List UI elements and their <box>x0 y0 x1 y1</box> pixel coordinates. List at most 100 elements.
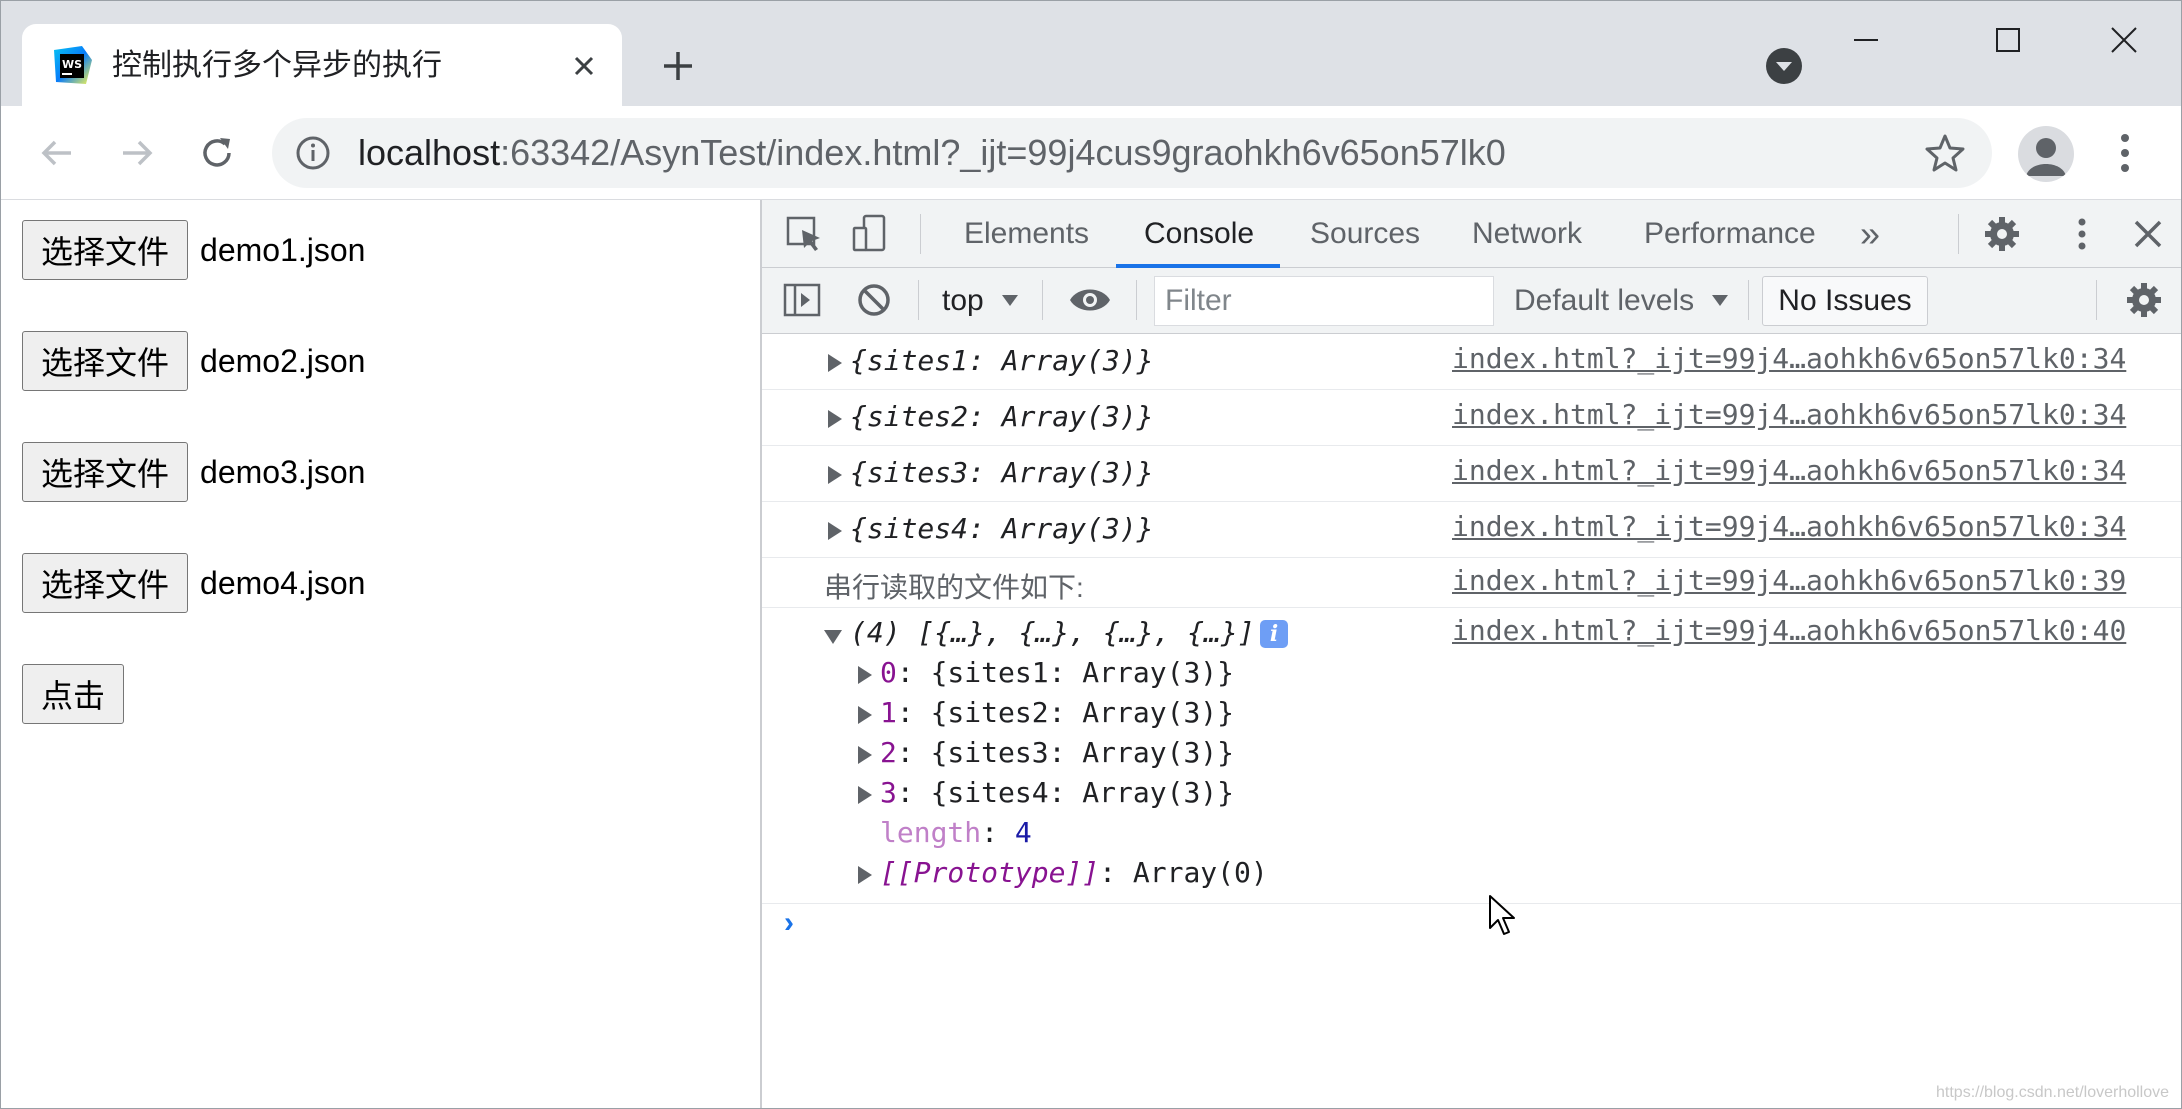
separator <box>2096 280 2097 320</box>
device-toolbar-icon[interactable] <box>850 214 890 254</box>
expand-triangle-icon[interactable] <box>858 666 872 684</box>
array-prototype[interactable]: [[Prototype]]: Array(0) <box>880 856 1268 889</box>
default-levels-dropdown[interactable]: Default levels <box>1514 280 1730 322</box>
expand-triangle-icon[interactable] <box>858 866 872 884</box>
inspect-element-icon[interactable] <box>784 214 824 254</box>
more-tabs-icon[interactable]: » <box>1860 200 1880 268</box>
click-button[interactable]: 点击 <box>22 664 125 724</box>
file-name-3: demo3.json <box>200 453 366 490</box>
source-link[interactable]: index.html?_ijt=99j4…aohkh6v65on57lk0:34 <box>1452 510 2126 543</box>
choose-file-button-4[interactable]: 选择文件 <box>22 553 189 613</box>
clear-console-icon[interactable] <box>854 280 894 320</box>
url-host: localhost <box>358 132 501 173</box>
settings-gear-icon[interactable] <box>1982 214 2022 254</box>
array-preview[interactable]: (4) [{…}, {…}, {…}, {…}] <box>850 616 1255 649</box>
eye-icon[interactable] <box>1068 280 1110 320</box>
more-vert-icon[interactable] <box>2062 214 2102 254</box>
browser-toolbar: localhost:63342/AsynTest/index.html?_ijt… <box>0 106 2182 200</box>
title-bar: WS 控制执行多个异步的执行 <box>0 0 2182 106</box>
expand-triangle-icon[interactable] <box>858 706 872 724</box>
expand-triangle-icon[interactable] <box>828 466 842 484</box>
array-item-1[interactable]: 1: {sites2: Array(3)} <box>880 696 1234 729</box>
devtools-tab-bar: Elements Console Sources Network Perform… <box>762 200 2182 268</box>
choose-file-button-1[interactable]: 选择文件 <box>22 220 189 280</box>
expand-triangle-icon[interactable] <box>828 354 842 372</box>
expand-triangle-icon[interactable] <box>828 410 842 428</box>
expand-triangle-icon[interactable] <box>858 746 872 764</box>
reload-icon[interactable] <box>192 128 242 178</box>
source-link[interactable]: index.html?_ijt=99j4…aohkh6v65on57lk0:34 <box>1452 342 2126 375</box>
devtools-panel: Elements Console Sources Network Perform… <box>760 200 2182 1109</box>
console-message-row: 串行读取的文件如下: index.html?_ijt=99j4…aohkh6v6… <box>762 558 2182 608</box>
choose-file-button-2[interactable]: 选择文件 <box>22 331 189 391</box>
console-log-row: {sites1: Array(3)} index.html?_ijt=99j4…… <box>762 334 2182 390</box>
separator <box>1958 214 1959 254</box>
plus-icon[interactable] <box>656 44 700 88</box>
forward-arrow-icon[interactable] <box>112 128 162 178</box>
file-name-1: demo1.json <box>200 231 366 268</box>
array-item-2[interactable]: 2: {sites3: Array(3)} <box>880 736 1234 769</box>
item-key: 0 <box>880 656 897 689</box>
length-key: length <box>880 816 982 849</box>
no-issues-button[interactable]: No Issues <box>1762 276 1928 326</box>
more-vert-icon[interactable] <box>2110 128 2140 178</box>
tab-console[interactable]: Console <box>1144 200 1254 268</box>
minimize-icon[interactable] <box>1838 16 1894 64</box>
expand-triangle-icon[interactable] <box>828 522 842 540</box>
filter-input[interactable]: Filter <box>1154 276 1494 326</box>
page-content: 选择文件 demo1.json 选择文件 demo2.json 选择文件 dem… <box>0 200 760 1109</box>
browser-tab[interactable]: WS 控制执行多个异步的执行 <box>22 24 622 106</box>
info-badge-icon[interactable]: i <box>1260 620 1288 648</box>
url-path: :63342/AsynTest/index.html?_ijt=99j4cus9… <box>500 132 1506 173</box>
source-link[interactable]: index.html?_ijt=99j4…aohkh6v65on57lk0:40 <box>1452 614 2126 647</box>
tab-sources[interactable]: Sources <box>1310 200 1420 268</box>
log-object-preview[interactable]: {sites4: Array(3)} <box>850 512 1153 545</box>
sidebar-toggle-icon[interactable] <box>782 280 822 320</box>
log-object-preview[interactable]: {sites1: Array(3)} <box>850 344 1153 377</box>
console-toolbar: top Filter Default levels No Issues <box>762 268 2182 334</box>
context-select[interactable]: top <box>942 280 1020 322</box>
address-bar[interactable]: localhost:63342/AsynTest/index.html?_ijt… <box>272 118 1992 188</box>
file-input-4: 选择文件 demo4.json <box>22 553 365 613</box>
array-length: length: 4 <box>880 816 1032 849</box>
back-arrow-icon[interactable] <box>32 128 82 178</box>
svg-text:WS: WS <box>62 58 82 71</box>
array-item-3[interactable]: 3: {sites4: Array(3)} <box>880 776 1234 809</box>
array-item-0[interactable]: 0: {sites1: Array(3)} <box>880 656 1234 689</box>
console-settings-gear-icon[interactable] <box>2124 280 2164 320</box>
prompt-chevron-icon: › <box>784 906 794 939</box>
log-object-preview[interactable]: {sites2: Array(3)} <box>850 400 1153 433</box>
log-object-preview[interactable]: {sites3: Array(3)} <box>850 456 1153 489</box>
collapse-triangle-icon[interactable] <box>824 630 842 644</box>
choose-file-button-3[interactable]: 选择文件 <box>22 442 189 502</box>
log-message: 串行读取的文件如下: <box>824 572 1084 603</box>
source-link[interactable]: index.html?_ijt=99j4…aohkh6v65on57lk0:34 <box>1452 454 2126 487</box>
separator <box>1042 280 1043 320</box>
item-value: {sites2: Array(3)} <box>930 696 1235 729</box>
maximize-icon[interactable] <box>1980 16 2036 64</box>
separator <box>920 214 921 254</box>
info-icon[interactable] <box>294 134 332 172</box>
console-log-row: {sites2: Array(3)} index.html?_ijt=99j4…… <box>762 390 2182 446</box>
item-key: 3 <box>880 776 897 809</box>
close-devtools-icon[interactable] <box>2128 214 2168 254</box>
source-link[interactable]: index.html?_ijt=99j4…aohkh6v65on57lk0:34 <box>1452 398 2126 431</box>
tab-title: 控制执行多个异步的执行 <box>112 49 442 82</box>
url-text[interactable]: localhost:63342/AsynTest/index.html?_ijt… <box>358 130 1506 176</box>
tab-performance[interactable]: Performance <box>1644 200 1816 268</box>
tab-search-icon[interactable] <box>1764 46 1804 86</box>
separator <box>918 280 919 320</box>
star-icon[interactable] <box>1924 132 1966 174</box>
source-link[interactable]: index.html?_ijt=99j4…aohkh6v65on57lk0:39 <box>1452 564 2126 597</box>
window-close-icon[interactable] <box>2096 16 2152 64</box>
context-label: top <box>942 284 984 317</box>
profile-icon[interactable] <box>2018 126 2074 182</box>
expand-triangle-icon[interactable] <box>858 786 872 804</box>
console-output: {sites1: Array(3)} index.html?_ijt=99j4…… <box>762 334 2182 1109</box>
tab-network[interactable]: Network <box>1472 200 1582 268</box>
tab-elements[interactable]: Elements <box>964 200 1089 268</box>
file-name-4: demo4.json <box>200 564 366 601</box>
watermark: https://blog.csdn.net/loverhollove <box>1936 1084 2170 1101</box>
close-icon[interactable] <box>564 46 604 86</box>
console-prompt[interactable]: › <box>762 904 2182 954</box>
